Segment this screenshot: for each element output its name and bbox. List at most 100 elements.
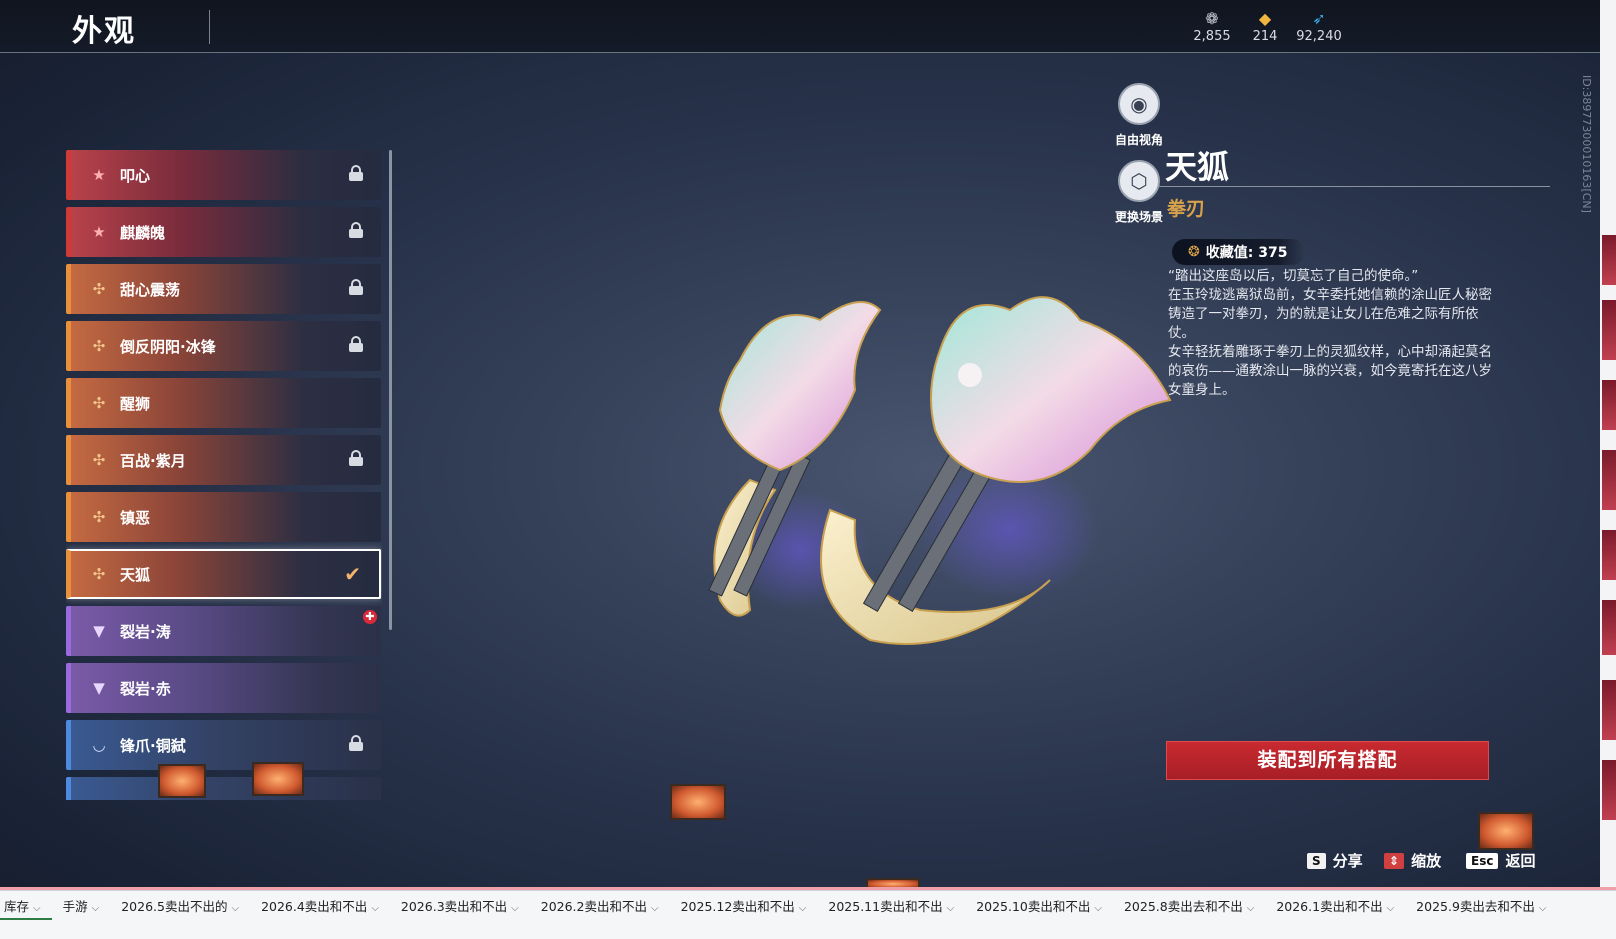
- rarity-icon: ◡: [92, 736, 106, 754]
- top-bar: 外观 ❁ 2,855 ◆ 214 ➶ 92,240: [0, 0, 1600, 53]
- zoom-hotkey[interactable]: ⇕ 缩放: [1384, 850, 1441, 871]
- star-icon: ★: [92, 166, 106, 184]
- list-item[interactable]: ▼ 裂岩·赤: [66, 663, 381, 713]
- sheet-tab[interactable]: 2025.10卖出和不出 ⌵: [965, 896, 1113, 915]
- currency-value: 214: [1252, 29, 1278, 44]
- gem-icon: ❁: [1205, 9, 1219, 28]
- list-item[interactable]: ✣ 甜心震荡: [66, 264, 381, 314]
- list-item[interactable]: ✣ 百战·紫月: [66, 435, 381, 485]
- sheet-tab[interactable]: 手游 ⌵: [52, 896, 111, 915]
- rarity-icon: ✣: [92, 394, 106, 412]
- chevron-down-icon: ⌵: [1246, 903, 1255, 914]
- sheet-tab[interactable]: 2026.5卖出不出的 ⌵: [110, 896, 250, 915]
- sheet-tab[interactable]: 2026.4卖出和不出 ⌵: [250, 896, 390, 915]
- list-item[interactable]: ★ 麒麟魄: [66, 207, 381, 257]
- chevron-down-icon: ⌵: [1094, 903, 1102, 914]
- currency-ticket: ◆ 214: [1235, 9, 1295, 44]
- sheet-tab[interactable]: 库存 ⌵: [0, 896, 52, 920]
- game-viewport: 外观 ❁ 2,855 ◆ 214 ➶ 92,240 ★ 叩心 ★ 麒麟魄 ✣ 甜…: [0, 0, 1616, 905]
- chevron-down-icon: ⌵: [798, 903, 807, 914]
- lantern-decoration: [158, 764, 206, 798]
- currency-value: 2,855: [1193, 29, 1231, 44]
- lock-icon: [349, 222, 363, 238]
- free-camera-label: 自由视角: [1114, 133, 1163, 147]
- sheet-tab[interactable]: 2026.1卖出和不出 ⌵: [1265, 896, 1405, 915]
- chevron-down-icon: ⌵: [1386, 903, 1395, 914]
- chevron-down-icon: ⌵: [651, 903, 659, 914]
- collect-value-badge: ❂ 收藏值: 375: [1172, 239, 1306, 265]
- collect-value: 收藏值: 375: [1205, 245, 1288, 261]
- lock-icon: [349, 165, 363, 181]
- weapon-model-image[interactable]: [680, 280, 1200, 680]
- player-id: ID:38977300010163[CN]: [1580, 75, 1593, 213]
- sheet-tab[interactable]: 2026.3卖出和不出 ⌵: [390, 896, 530, 915]
- item-name: 天狐: [1165, 148, 1230, 186]
- share-hotkey[interactable]: S 分享: [1307, 850, 1363, 871]
- share-label: 分享: [1332, 852, 1363, 870]
- currency-gem: ❁ 2,855: [1182, 9, 1242, 44]
- chevron-down-icon: ⌵: [33, 903, 41, 914]
- list-item-label: 锋爪·铜弑: [120, 736, 186, 755]
- chevron-down-icon: ⌵: [1538, 903, 1547, 914]
- free-camera-button[interactable]: ◉ 自由视角: [1104, 83, 1174, 148]
- sheet-tab[interactable]: 2025.8卖出去和不出 ⌵: [1113, 896, 1265, 915]
- list-item-label: 裂岩·赤: [120, 679, 171, 698]
- sheet-tab-bar: 库存 ⌵ 手游 ⌵ 2026.5卖出不出的 ⌵ 2026.4卖出和不出 ⌵ 2026.3…: [0, 890, 1616, 939]
- list-item[interactable]: ✣ 醒狮: [66, 378, 381, 428]
- rarity-icon: ✣: [92, 451, 106, 469]
- rarity-icon: ✣: [92, 280, 106, 298]
- item-description: “踏出这座岛以后，切莫忘了自己的使命。” 在玉玲珑逃离狱岛前，女辛委托她信赖的涂…: [1168, 267, 1498, 400]
- sheet-tab[interactable]: 2025.11卖出和不出 ⌵: [817, 896, 965, 915]
- sheet-tab[interactable]: 2025.9卖出去和不出 ⌵: [1405, 896, 1557, 915]
- currency-feather: ➶ 92,240: [1289, 9, 1349, 44]
- sheet-tab[interactable]: 2025.12卖出和不出 ⌵: [670, 896, 818, 915]
- window-right-edge: [1600, 0, 1616, 905]
- rarity-icon: ✣: [92, 565, 106, 583]
- list-scrollbar[interactable]: [389, 150, 392, 630]
- lock-icon: [349, 336, 363, 352]
- cube-icon: ⬡: [1118, 160, 1160, 202]
- mouse-icon: ⇕: [1384, 852, 1405, 869]
- lantern-decoration: [670, 784, 726, 820]
- equip-all-button[interactable]: 装配到所有搭配: [1166, 741, 1489, 780]
- description-paragraph: 在玉玲珑逃离狱岛前，女辛委托她信赖的涂山匠人秘密铸造了一对拳刃，为的就是让女儿在…: [1168, 287, 1492, 341]
- description-paragraph: 女辛轻抚着雕琢于拳刃上的灵狐纹样，心中却涌起莫名的哀伤——通教涂山一脉的兴衰，如…: [1168, 344, 1492, 398]
- zoom-label: 缩放: [1411, 852, 1442, 870]
- rarity-icon: ▼: [93, 679, 105, 697]
- esc-key: Esc: [1466, 852, 1499, 869]
- star-icon: ★: [92, 223, 106, 241]
- new-badge-icon: ✚: [363, 610, 377, 624]
- chevron-down-icon: ⌵: [231, 903, 240, 914]
- list-item[interactable]: ★ 叩心: [66, 150, 381, 200]
- lock-icon: [349, 279, 363, 295]
- chevron-down-icon: ⌵: [946, 903, 955, 914]
- lantern-decoration: [1478, 812, 1534, 850]
- change-scene-button[interactable]: ⬡ 更换场景: [1104, 160, 1174, 225]
- list-item[interactable]: ▼ 裂岩·涛 ✚: [66, 606, 381, 656]
- list-item-label: 甜心震荡: [120, 280, 181, 299]
- list-item-label: 裂岩·涛: [120, 622, 171, 641]
- appearance-list[interactable]: ★ 叩心 ★ 麒麟魄 ✣ 甜心震荡 ✣ 倒反阴阳·冰锋 ✣ 醒狮 ✣ 百战·紫月: [66, 150, 382, 800]
- lantern-decoration: [252, 762, 304, 796]
- back-hotkey[interactable]: Esc 返回: [1466, 850, 1535, 871]
- list-item[interactable]: ✣ 倒反阴阳·冰锋: [66, 321, 381, 371]
- page-title: 外观: [72, 14, 136, 49]
- feather-icon: ➶: [1312, 9, 1326, 28]
- ticket-icon: ◆: [1258, 9, 1272, 28]
- rarity-icon: ✣: [92, 508, 106, 526]
- list-item[interactable]: [66, 777, 381, 800]
- list-item[interactable]: ✣ 镇恶: [66, 492, 381, 542]
- sheet-tab[interactable]: 2026.2卖出和不出 ⌵: [530, 896, 670, 915]
- chevron-down-icon: ⌵: [371, 903, 379, 914]
- list-item-label: 镇恶: [120, 508, 151, 527]
- list-item-label: 叩心: [120, 166, 151, 185]
- chevron-down-icon: ⌵: [91, 903, 100, 914]
- list-item-label: 天狐: [120, 565, 151, 584]
- back-label: 返回: [1505, 852, 1536, 870]
- description-quote: “踏出这座岛以后，切莫忘了自己的使命。”: [1168, 268, 1419, 284]
- list-item-selected[interactable]: ✣ 天狐 ✔: [66, 549, 381, 599]
- rarity-icon: ✣: [92, 337, 106, 355]
- title-divider: [209, 10, 210, 44]
- currency-value: 92,240: [1296, 29, 1342, 44]
- list-item[interactable]: ◡ 锋爪·铜弑: [66, 720, 381, 770]
